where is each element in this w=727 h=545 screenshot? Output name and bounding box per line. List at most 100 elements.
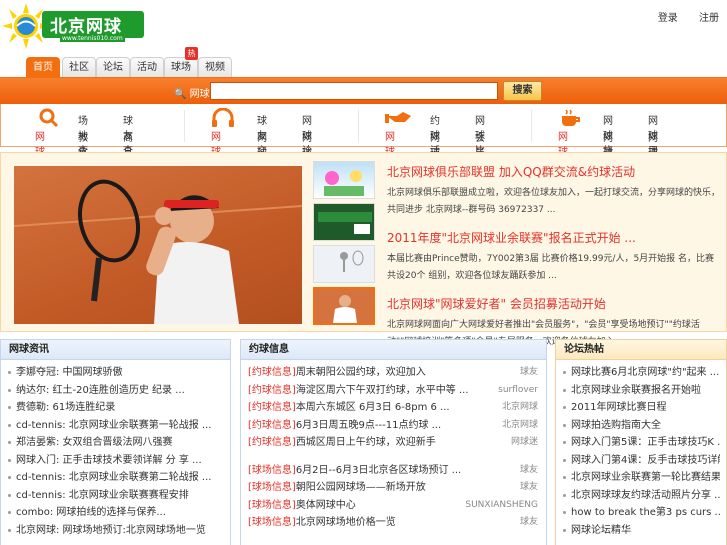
list-item[interactable]: 2011年网球比赛日程 xyxy=(563,399,720,417)
list-item[interactable]: [球场信息]奥体网球中心 SUNXIANSHENG xyxy=(248,497,540,515)
thumbnail[interactable] xyxy=(313,161,375,199)
bullet-icon xyxy=(8,406,11,409)
logo-url-text: www.tennis010.com xyxy=(60,35,125,42)
hot-badge: 热 xyxy=(185,47,198,60)
news-panel: 网球资讯 李娜夺冠: 中国网球骄傲 纳达尔: 红土-20连胜创造历史 纪录 ..… xyxy=(0,339,231,545)
cartoon-image xyxy=(324,170,364,196)
list-item[interactable]: [约球信息]周末朝阳公园约球，欢迎加入 球友 xyxy=(248,364,540,382)
tab-community[interactable]: 社区 xyxy=(62,57,96,77)
panel-title: 网球资讯 xyxy=(1,340,230,360)
list-spacer xyxy=(248,452,540,462)
bullet-icon xyxy=(8,388,11,392)
list-item[interactable]: 费德勒: 61场连胜纪录 xyxy=(8,399,224,417)
list-item[interactable]: 李娜夺冠: 中国网球骄傲 xyxy=(8,364,224,382)
bullet-icon xyxy=(8,441,11,444)
bullet-icon xyxy=(8,371,11,374)
player-sketch-image xyxy=(340,250,364,272)
bullet-icon xyxy=(563,406,566,409)
tab-home[interactable]: 首页 xyxy=(26,57,60,78)
feature-slideshow: 北京网球俱乐部联盟 加入QQ群交流&约球活动 北京网球俱乐部联盟成立啦，欢迎各位… xyxy=(0,152,727,347)
list-item[interactable]: 北京网球球友约球活动照片分享 ... xyxy=(563,487,720,505)
bullet-icon xyxy=(563,511,566,514)
search-icon xyxy=(39,108,59,128)
tab-courts[interactable]: 球场 xyxy=(164,57,198,77)
thumbnail-active[interactable] xyxy=(313,287,375,325)
meetup-list: [约球信息]周末朝阳公园约球，欢迎加入 球友 [约球信息]海淀区周六下午双打约球，… xyxy=(241,360,546,532)
panel-title: 约球信息 xyxy=(241,340,546,360)
tennis-player-photo xyxy=(14,179,302,324)
feature-articles: 北京网球俱乐部联盟 加入QQ群交流&约球活动 北京网球俱乐部联盟成立啦，欢迎各位… xyxy=(387,163,723,361)
list-item[interactable]: [约球信息]海淀区周六下午双打约球，水平中等 ... surflover xyxy=(248,382,540,400)
login-link[interactable]: 登录 xyxy=(658,13,678,24)
tab-forum[interactable]: 论坛 xyxy=(96,57,130,77)
tab-video[interactable]: 视频 xyxy=(198,57,232,77)
search-input[interactable] xyxy=(210,82,498,100)
handshake-icon xyxy=(385,112,411,123)
event-banner-image xyxy=(318,212,372,234)
list-item[interactable]: cd-tennis: 北京网球业余联赛第一轮战报 ... xyxy=(8,417,224,435)
list-item[interactable]: combo: 网球拍线的选择与保养... xyxy=(8,504,224,522)
divider xyxy=(531,110,532,142)
forum-list: 网球比赛6月北京网球"约"起来 ... 北京网球业余联赛报名开始啦 2011年网… xyxy=(556,360,726,539)
bullet-icon xyxy=(8,511,11,514)
list-item[interactable]: 北京网球业余联赛第一轮比赛结果 ... xyxy=(563,469,720,487)
list-item[interactable]: [球场信息]6月2日--6月3日北京各区球场预订 ... 球友 xyxy=(248,462,540,480)
feature-description: 本届比赛由Prince赞助，7Y002第3届 比赛价格19.99元/人，5月开始… xyxy=(387,254,715,281)
feature-title[interactable]: 北京网球"网球爱好者" 会员招募活动开始 xyxy=(387,295,723,312)
category-nav: 网球搜索 场地查询 球友查询 教练查询 商品查询 网球社区 球友交流 网球论坛 … xyxy=(0,104,727,189)
thumbnail[interactable] xyxy=(313,245,375,283)
list-item[interactable]: 纳达尔: 红土-20连胜创造历史 纪录 ... xyxy=(8,382,224,400)
list-item[interactable]: [约球信息]西城区周日上午约球，欢迎新手 网球迷 xyxy=(248,434,540,452)
bullet-icon xyxy=(563,388,566,392)
tennis-player-thumb-image xyxy=(333,295,357,323)
list-item[interactable]: cd-tennis: 北京网球业余联赛赛程安排 xyxy=(8,487,224,505)
search-icon: 🔍 xyxy=(174,89,187,100)
list-item[interactable]: [约球信息]本周六东城区 6月3日 6-8pm 6 ... 北京网球 xyxy=(248,399,540,417)
coffee-icon xyxy=(562,109,580,126)
bullet-icon xyxy=(563,441,566,444)
bullet-icon xyxy=(8,493,11,497)
meetup-panel: 约球信息 [约球信息]周末朝阳公园约球，欢迎加入 球友 [约球信息]海淀区周六下午… xyxy=(240,339,547,545)
feature-title[interactable]: 2011年度"北京网球业余联赛"报名正式开始 ... xyxy=(387,229,723,246)
list-item[interactable]: [约球信息]6月3日周五晚9点---11点约球 ... 北京网球 xyxy=(248,417,540,435)
forum-panel: 论坛热帖 网球比赛6月北京网球"约"起来 ... 北京网球业余联赛报名开始啦 2… xyxy=(555,339,727,545)
thumbnail[interactable] xyxy=(313,203,375,241)
bullet-icon xyxy=(563,476,566,479)
list-item[interactable]: 北京网球业余联赛报名开始啦 xyxy=(563,382,720,400)
news-list: 李娜夺冠: 中国网球骄傲 纳达尔: 红土-20连胜创造历史 纪录 ... 费德勒… xyxy=(1,360,230,539)
divider xyxy=(358,110,359,142)
bullet-icon xyxy=(563,371,566,374)
list-item[interactable]: 网球入门: 正手击球技术要领详解 分 享 ... xyxy=(8,452,224,470)
top-links: 登录 注册 xyxy=(640,9,719,24)
feature-title[interactable]: 北京网球俱乐部联盟 加入QQ群交流&约球活动 xyxy=(387,163,723,180)
list-item[interactable]: 网球论坛精华 xyxy=(563,522,720,540)
bullet-icon xyxy=(8,423,11,427)
list-item[interactable]: [球场信息]朝阳公园网球场——新场开放 球友 xyxy=(248,479,540,497)
bullet-icon xyxy=(563,423,566,427)
list-item[interactable]: [球场信息]北京网球场地价格一览 球友 xyxy=(248,514,540,532)
logo-brand-text: 北京网球 xyxy=(50,17,122,37)
list-item[interactable]: cd-tennis: 北京网球业余联赛第二轮战报 ... xyxy=(8,469,224,487)
feature-thumbnails xyxy=(313,161,377,327)
list-item[interactable]: 网球比赛6月北京网球"约"起来 ... xyxy=(563,364,720,382)
list-item[interactable]: 网球入门第4课：反手击球技巧详解 xyxy=(563,452,720,470)
list-item[interactable]: 网球拍选购指南大全 xyxy=(563,417,720,435)
register-link[interactable]: 注册 xyxy=(699,13,719,24)
list-item[interactable]: how to break the第3 ps curs ... xyxy=(563,504,720,522)
bullet-icon xyxy=(8,476,11,479)
bullet-icon xyxy=(8,458,11,462)
panel-title: 论坛热帖 xyxy=(556,340,726,360)
search-bar: 🔍 网球搜索 搜索 xyxy=(0,77,727,104)
feature-description: 北京网球俱乐部联盟成立啦，欢迎各位球友加入，一起打球交流，分享网球的快乐，共同进… xyxy=(387,188,721,215)
site-logo[interactable]: 北京网球 www.tennis010.com xyxy=(2,3,147,51)
list-item[interactable]: 郑洁晏紫: 女双组合晋级法网八强赛 xyxy=(8,434,224,452)
bullet-icon xyxy=(8,528,11,532)
feature-photo[interactable] xyxy=(14,166,302,324)
tab-events[interactable]: 活动 xyxy=(130,57,164,77)
bullet-icon xyxy=(563,528,566,532)
search-button[interactable]: 搜索 xyxy=(503,81,542,101)
list-item[interactable]: 网球入门第5课：正手击球技巧K ... xyxy=(563,434,720,452)
bullet-icon xyxy=(563,493,566,497)
list-item[interactable]: 北京网球: 网球场地预订:北京网球场地一览 xyxy=(8,522,224,540)
bullet-icon xyxy=(563,458,566,462)
